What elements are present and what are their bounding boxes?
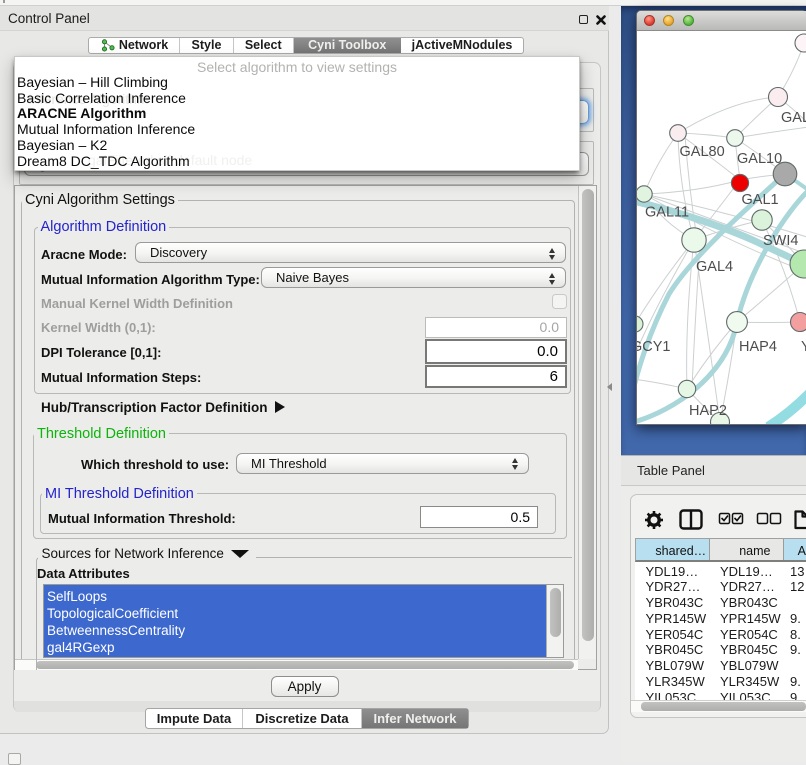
svg-text:SWI4: SWI4 [763,233,798,249]
svg-text:GAL4: GAL4 [696,259,733,275]
svg-text:GAL7: GAL7 [781,110,806,126]
svg-text:HAP2: HAP2 [689,403,727,419]
svg-text:GAL80: GAL80 [679,144,724,160]
svg-text:GAL11: GAL11 [645,205,689,221]
svg-text:HAP4: HAP4 [739,339,777,355]
svg-text:GAL1: GAL1 [741,192,778,208]
svg-text:GAL10: GAL10 [737,151,782,167]
svg-text:Y: Y [801,339,806,355]
svg-text:GCY1: GCY1 [637,339,671,355]
